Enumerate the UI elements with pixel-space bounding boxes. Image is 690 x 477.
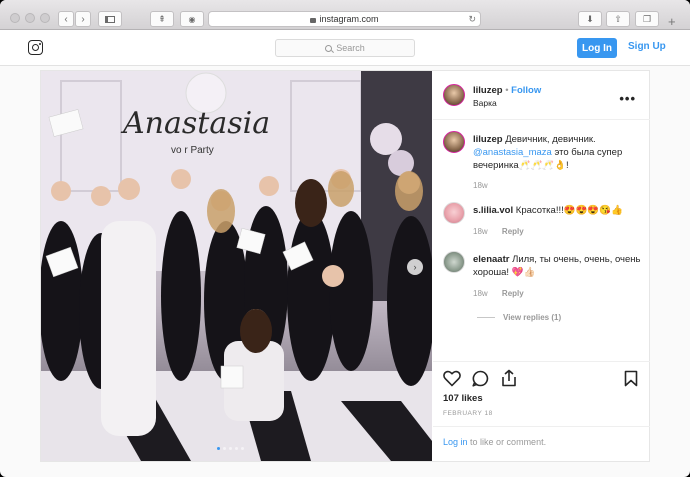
caption-avatar[interactable] [443, 131, 465, 153]
search-icon [325, 44, 333, 52]
extension-button[interactable]: ⇞ [150, 11, 174, 27]
comment-time: 18w [473, 227, 488, 236]
separator-dot: • [505, 85, 509, 96]
sidebar-icon [105, 15, 115, 23]
carousel-dot-active [217, 447, 220, 450]
post-card: Anastasia vo r Party › liluzep • Follow … [40, 70, 650, 462]
more-options-button[interactable]: ••• [619, 91, 636, 106]
author-avatar[interactable] [443, 84, 465, 106]
comment-body: Красотка!!!😍😍😍😘👍 [515, 205, 623, 216]
forward-arrow-icon: › [81, 13, 85, 25]
party-photo-illustration: Anastasia vo r Party [41, 71, 432, 461]
comment-avatar[interactable] [443, 251, 465, 273]
close-window-button[interactable] [10, 13, 20, 23]
comment-avatar[interactable] [443, 202, 465, 224]
post-photo[interactable]: Anastasia vo r Party › [41, 71, 432, 461]
instagram-header: Search Log In Sign Up [0, 30, 690, 66]
actions-divider [433, 361, 650, 362]
comment-text: elenaatr Лиля, ты очень, очень, очень хо… [473, 253, 645, 279]
reply-button[interactable]: Reply [502, 289, 524, 298]
reply-button[interactable]: Reply [502, 227, 524, 236]
likes-count[interactable]: 107 likes [443, 393, 483, 404]
new-tab-button[interactable]: + [668, 14, 676, 29]
post-location[interactable]: Варка [473, 98, 497, 108]
carousel-dot [241, 447, 244, 450]
signup-link[interactable]: Sign Up [628, 41, 666, 52]
caption-text-a: Девичник, девичник. [505, 134, 596, 145]
carousel-dot [235, 447, 238, 450]
search-input[interactable]: Search [275, 39, 415, 57]
header-divider [433, 119, 650, 120]
comment-username[interactable]: s.lilia.vol [473, 205, 513, 216]
post-date: FEBRUARY 18 [443, 410, 493, 417]
comment-username[interactable]: elenaatr [473, 254, 509, 265]
photo-sign-text: Anastasia [120, 106, 270, 141]
photo-sign-subtext: vo r Party [171, 145, 214, 156]
author-username[interactable]: liluzep [473, 85, 503, 96]
comment-text: s.lilia.vol Красотка!!!😍😍😍😘👍 [473, 204, 643, 217]
login-link[interactable]: Log in [443, 437, 468, 447]
caption-text: liluzep Девичник, девичник. @anastasia_m… [473, 133, 643, 172]
minimize-window-button[interactable] [25, 13, 35, 23]
password-icon: ◉ [188, 14, 196, 24]
heart-icon[interactable] [443, 370, 461, 387]
post-sidebar: liluzep • Follow Варка ••• liluzep Девич… [433, 71, 650, 461]
downloads-button[interactable]: ⬇ [578, 11, 602, 27]
address-bar[interactable]: instagram.com ↻ [208, 11, 481, 27]
reload-icon[interactable]: ↻ [468, 14, 476, 25]
next-photo-button[interactable]: › [407, 259, 423, 275]
browser-window: ‹ › ⇞ ◉ instagram.com ↻ ⬇ ⇧ ❐ + Search L… [0, 0, 690, 477]
comment-meta: 18w Reply [473, 289, 524, 298]
lock-icon [310, 17, 317, 23]
login-button[interactable]: Log In [577, 38, 617, 58]
follow-button[interactable]: Follow [511, 85, 541, 96]
zoom-window-button[interactable] [40, 13, 50, 23]
share-button[interactable]: ⇧ [606, 11, 630, 27]
caption-username[interactable]: liluzep [473, 134, 503, 145]
share-icon: ⇧ [614, 13, 622, 24]
instagram-logo-icon[interactable] [28, 40, 43, 55]
replies-line [477, 317, 495, 318]
caption-time: 18w [473, 181, 488, 190]
caption-mention[interactable]: @anastasia_maza [473, 147, 552, 158]
next-arrow-icon: › [413, 262, 417, 272]
share-arrow-icon[interactable] [501, 369, 517, 387]
comment-time: 18w [473, 289, 488, 298]
post-author-line: liluzep • Follow [473, 85, 541, 96]
forward-button[interactable]: › [75, 11, 91, 27]
back-arrow-icon: ‹ [64, 13, 68, 25]
view-replies-button[interactable]: View replies (1) [503, 313, 561, 322]
carousel-dot [223, 447, 226, 450]
ellipsis-icon: ••• [619, 91, 636, 106]
sidebar-button[interactable] [98, 11, 122, 27]
login-prompt: Log in to like or comment. [443, 437, 546, 447]
comment-meta: 18w Reply [473, 227, 524, 236]
back-button[interactable]: ‹ [58, 11, 74, 27]
footer-divider [433, 426, 650, 427]
browser-toolbar: ‹ › ⇞ ◉ instagram.com ↻ ⬇ ⇧ ❐ + [0, 0, 690, 30]
search-placeholder: Search [336, 43, 365, 53]
carousel-dots [217, 447, 244, 450]
carousel-dot [229, 447, 232, 450]
address-url: instagram.com [319, 14, 379, 24]
download-icon: ⬇ [586, 13, 594, 24]
password-button[interactable]: ◉ [180, 11, 204, 27]
login-prompt-text: to like or comment. [470, 437, 547, 447]
tabs-button[interactable]: ❐ [635, 11, 659, 27]
bookmark-icon[interactable] [624, 370, 638, 387]
tabs-icon: ❐ [642, 13, 652, 24]
comment-icon[interactable] [472, 370, 489, 387]
extension-icon: ⇞ [158, 13, 166, 24]
